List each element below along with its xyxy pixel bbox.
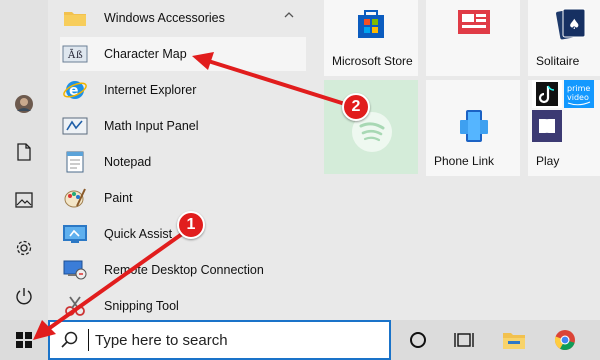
annotation-arrow-1: [33, 232, 184, 340]
annotation-arrows: [33, 52, 347, 340]
annotation-arrow-2: [192, 52, 347, 106]
annotation-badge-2: 2: [342, 93, 370, 121]
annotation-badge-1: 1: [177, 211, 205, 239]
